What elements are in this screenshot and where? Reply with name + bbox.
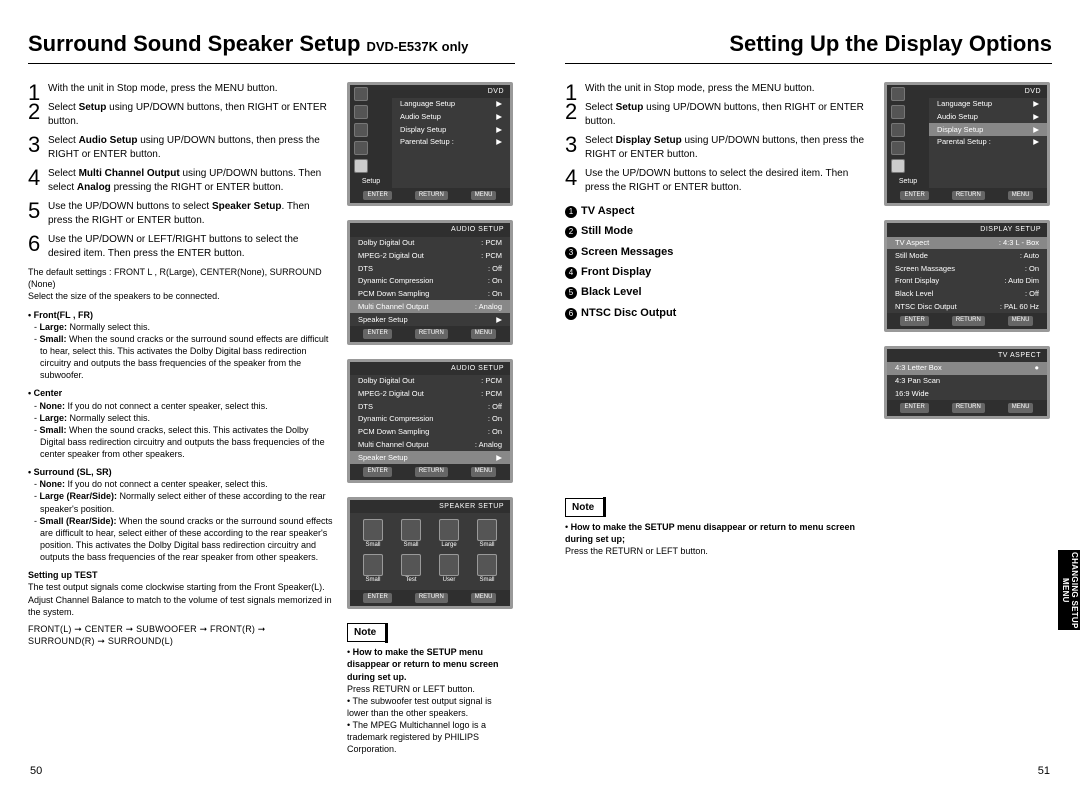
right-screens-column: SetupDVDLanguage Setup▶Audio Setup▶Displ… — [884, 82, 1052, 558]
test-block: Setting up TEST The test output signals … — [28, 569, 333, 618]
display-option: 2Still Mode — [565, 224, 870, 238]
left-steps: With the unit in Stop mode, press the ME… — [28, 82, 333, 261]
page-number-left: 50 — [30, 764, 42, 778]
defaults-block: The default settings : FRONT L , R(Large… — [28, 266, 333, 302]
display-option: 1TV Aspect — [565, 204, 870, 218]
side-tab: CHANGING SETUP MENU — [1058, 550, 1080, 630]
center-block: • Center - None: If you do not connect a… — [28, 387, 333, 460]
step-item: With the unit in Stop mode, press the ME… — [28, 82, 333, 96]
step-item: Select Setup using UP/DOWN buttons, then… — [28, 101, 333, 128]
screen-setup-menu-r: SetupDVDLanguage Setup▶Audio Setup▶Displ… — [884, 82, 1050, 207]
left-note: Note • How to make the SETUP menu disapp… — [347, 623, 515, 755]
left-title: Surround Sound Speaker Setup — [28, 30, 360, 59]
right-note: Note • How to make the SETUP menu disapp… — [565, 498, 870, 557]
display-option: 5Black Level — [565, 285, 870, 299]
right-steps: With the unit in Stop mode, press the ME… — [565, 82, 870, 195]
screen-audio-setup-2: AUDIO SETUPDolby Digital Out: PCMMPEG-2 … — [347, 359, 513, 483]
surround-block: • Surround (SL, SR) - None: If you do no… — [28, 466, 333, 563]
step-item: With the unit in Stop mode, press the ME… — [565, 82, 870, 96]
display-option: 4Front Display — [565, 265, 870, 279]
step-item: Use the UP/DOWN buttons to select Speake… — [28, 200, 333, 227]
display-options-list: 1TV Aspect 2Still Mode 3Screen Messages 4Fr… — [565, 204, 870, 320]
display-option: 6NTSC Disc Output — [565, 306, 870, 320]
right-title-bar: Setting Up the Display Options — [565, 30, 1052, 64]
front-block: • Front(FL , FR) - Large: Normally selec… — [28, 309, 333, 382]
display-option: 3Screen Messages — [565, 245, 870, 259]
screen-speaker-setup: SPEAKER SETUPSmallSmallLargeSmallSmallTe… — [347, 497, 513, 609]
step-item: Select Multi Channel Output using UP/DOW… — [28, 167, 333, 194]
screen-setup-menu: SetupDVDLanguage Setup▶Audio Setup▶Displ… — [347, 82, 513, 207]
step-item: Select Audio Setup using UP/DOWN buttons… — [28, 134, 333, 161]
screen-audio-setup-1: AUDIO SETUPDolby Digital Out: PCMMPEG-2 … — [347, 220, 513, 344]
step-item: Use the UP/DOWN buttons to select the de… — [565, 167, 870, 194]
right-title: Setting Up the Display Options — [729, 30, 1052, 59]
left-title-sub: DVD-E537K only — [366, 39, 468, 56]
screen-display-setup: DISPLAY SETUPTV Aspect: 4:3 L - BoxStill… — [884, 220, 1050, 331]
page-right: Setting Up the Display Options With the … — [540, 0, 1080, 790]
screen-tv-aspect: TV ASPECT4:3 Letter Box●4:3 Pan Scan16:9… — [884, 346, 1050, 419]
left-screens-column: SetupDVDLanguage Setup▶Audio Setup▶Displ… — [347, 82, 515, 756]
step-item: Select Setup using UP/DOWN buttons, then… — [565, 101, 870, 128]
step-item: Select Display Setup using UP/DOWN butto… — [565, 134, 870, 161]
page-left: Surround Sound Speaker Setup DVD-E537K o… — [0, 0, 540, 790]
left-title-bar: Surround Sound Speaker Setup DVD-E537K o… — [28, 30, 515, 64]
signal-flow: FRONT(L) ➞ CENTER ➞ SUBWOOFER ➞ FRONT(R)… — [28, 624, 333, 647]
step-item: Use the UP/DOWN or LEFT/RIGHT buttons to… — [28, 233, 333, 260]
page-number-right: 51 — [1038, 764, 1050, 778]
